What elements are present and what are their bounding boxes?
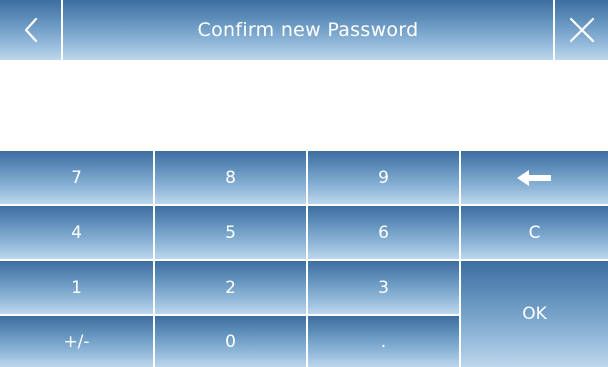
key-1[interactable]: 1 <box>0 261 155 316</box>
decimal-point-button[interactable]: . <box>308 316 461 367</box>
ok-button[interactable]: OK <box>461 261 608 367</box>
key-5[interactable]: 5 <box>155 206 308 261</box>
backspace-arrow-icon <box>516 169 553 187</box>
chevron-left-icon <box>21 16 41 44</box>
key-6[interactable]: 6 <box>308 206 461 261</box>
close-button[interactable] <box>553 0 608 60</box>
key-4[interactable]: 4 <box>0 206 155 261</box>
key-7[interactable]: 7 <box>0 151 155 206</box>
key-0[interactable]: 0 <box>155 316 308 367</box>
header-bar: Confirm new Password <box>0 0 608 60</box>
page-title: Confirm new Password <box>63 0 553 60</box>
sign-toggle-button[interactable]: +/- <box>0 316 155 367</box>
back-button[interactable] <box>0 0 63 60</box>
key-3[interactable]: 3 <box>308 261 461 316</box>
key-9[interactable]: 9 <box>308 151 461 206</box>
clear-button[interactable]: C <box>461 206 608 261</box>
close-icon <box>568 16 596 44</box>
password-display <box>0 60 608 151</box>
backspace-button[interactable] <box>461 151 608 206</box>
numeric-keypad: 7 8 9 4 5 6 C 1 2 3 OK +/- 0 . <box>0 151 608 367</box>
key-2[interactable]: 2 <box>155 261 308 316</box>
key-8[interactable]: 8 <box>155 151 308 206</box>
